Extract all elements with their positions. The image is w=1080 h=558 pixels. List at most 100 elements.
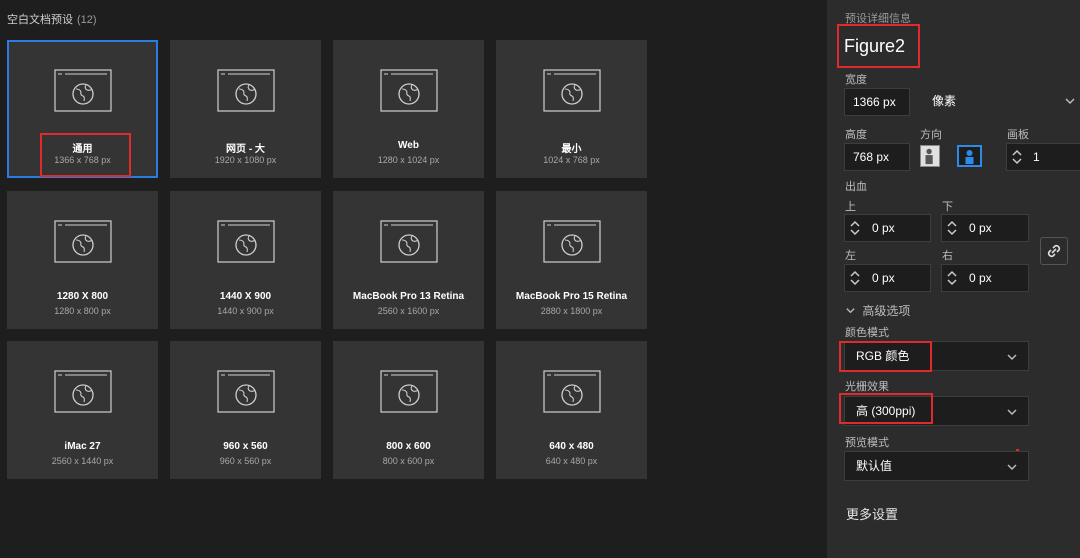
bleed-left-value: 0 px — [872, 271, 895, 285]
document-icon — [542, 220, 601, 263]
stepper-icon[interactable] — [946, 268, 958, 288]
advanced-options-label: 高级选项 — [862, 304, 911, 318]
document-icon — [379, 370, 438, 413]
bleed-bottom-input[interactable]: 0 px — [941, 214, 1029, 242]
document-icon — [53, 220, 112, 263]
artboard-label: 画板 — [1007, 129, 1029, 141]
preset-tile[interactable]: 1440 X 900 1440 x 900 px — [170, 191, 321, 329]
chevron-down-icon — [1065, 98, 1075, 105]
advanced-options-toggle[interactable]: 高级选项 — [845, 302, 910, 319]
preset-name: 最小 — [561, 144, 582, 155]
stepper-icon[interactable] — [1011, 147, 1023, 167]
stepper-icon[interactable] — [849, 268, 861, 288]
portrait-icon — [925, 148, 933, 165]
preset-size: 1440 x 900 px — [217, 306, 274, 316]
unit-value: 像素 — [932, 94, 957, 108]
bleed-top-label: 上 — [845, 201, 856, 213]
preset-size: 640 x 480 px — [545, 456, 598, 466]
bleed-top-input[interactable]: 0 px — [844, 214, 931, 242]
preset-name: 800 x 600 — [386, 441, 431, 452]
preset-name: 960 x 560 — [223, 441, 268, 452]
bleed-bottom-label: 下 — [942, 201, 953, 213]
height-label: 高度 — [845, 129, 867, 141]
preset-name: 1440 X 900 — [219, 291, 272, 302]
preset-tile[interactable]: 800 x 600 800 x 600 px — [333, 341, 484, 479]
details-header: 预设详细信息 — [845, 13, 911, 25]
preset-size: 1280 x 800 px — [54, 306, 111, 316]
preset-size: 1920 x 1080 px — [214, 155, 277, 165]
document-icon — [216, 69, 275, 112]
preset-name: 640 x 480 — [549, 441, 594, 452]
document-icon — [53, 370, 112, 413]
bleed-bottom-value: 0 px — [969, 221, 992, 235]
artboard-input[interactable]: 1 — [1006, 143, 1080, 171]
color-mode-value: RGB 颜色 — [856, 349, 910, 363]
document-icon — [379, 220, 438, 263]
stepper-icon[interactable] — [946, 218, 958, 238]
preset-size: 1366 x 768 px — [54, 155, 111, 165]
preset-name: Web — [398, 140, 419, 151]
preset-tile[interactable]: 1280 X 800 1280 x 800 px — [7, 191, 158, 329]
presets-header: 空白文档预设 (12) — [7, 11, 97, 27]
bleed-label: 出血 — [845, 181, 867, 193]
document-icon — [542, 69, 601, 112]
presets-panel: 空白文档预设 (12) 通用 1366 x 768 px 网页 - 大 1920 x 1… — [0, 0, 827, 558]
chevron-down-icon — [1007, 409, 1017, 416]
bleed-right-input[interactable]: 0 px — [941, 264, 1029, 292]
more-settings-button[interactable]: 更多设置 — [846, 504, 898, 523]
chevron-down-icon — [846, 308, 855, 314]
color-mode-select[interactable]: RGB 颜色 — [844, 341, 1029, 371]
bleed-top-value: 0 px — [872, 221, 895, 235]
presets-count: (12) — [77, 14, 97, 26]
bleed-right-label: 右 — [942, 250, 953, 262]
preset-size: 960 x 560 px — [219, 456, 272, 466]
preset-tile[interactable]: iMac 27 2560 x 1440 px — [7, 341, 158, 479]
link-bleed-button[interactable] — [1040, 237, 1068, 265]
raster-effects-value: 高 (300ppi) — [856, 404, 916, 418]
preset-name: 1280 X 800 — [56, 291, 109, 302]
link-icon — [1047, 244, 1061, 258]
width-label: 宽度 — [845, 74, 867, 86]
height-input[interactable]: 768 px — [844, 143, 910, 171]
stepper-icon[interactable] — [849, 218, 861, 238]
preset-name: iMac 27 — [64, 441, 101, 452]
width-input[interactable]: 1366 px — [844, 88, 910, 116]
preset-size: 1280 x 1024 px — [377, 155, 440, 165]
preset-size: 2880 x 1800 px — [540, 306, 603, 316]
document-icon — [53, 69, 112, 112]
preset-tile[interactable]: 960 x 560 960 x 560 px — [170, 341, 321, 479]
preset-tile[interactable]: 640 x 480 640 x 480 px — [496, 341, 647, 479]
preset-name-field[interactable]: Figure2 — [844, 36, 905, 57]
preview-mode-label: 预览模式 — [845, 437, 889, 449]
bleed-left-input[interactable]: 0 px — [844, 264, 931, 292]
preset-size: 2560 x 1600 px — [377, 306, 440, 316]
preset-name: 网页 - 大 — [226, 144, 265, 155]
chevron-down-icon — [1007, 464, 1017, 471]
landscape-orientation-button[interactable] — [957, 145, 982, 167]
unit-select[interactable]: 像素 — [920, 88, 1080, 116]
presets-title: 空白文档预设 — [7, 14, 73, 26]
raster-effects-select[interactable]: 高 (300ppi) — [844, 396, 1029, 426]
document-icon — [379, 69, 438, 112]
width-value: 1366 px — [853, 95, 896, 109]
preset-name: MacBook Pro 15 Retina — [515, 291, 628, 302]
preset-size: 1024 x 768 px — [543, 155, 600, 165]
document-icon — [542, 370, 601, 413]
preview-mode-select[interactable]: 默认值 — [844, 451, 1029, 481]
preset-tile[interactable]: Web 1280 x 1024 px — [333, 40, 484, 178]
color-mode-label: 颜色模式 — [845, 327, 889, 339]
preset-size: 800 x 600 px — [382, 456, 435, 466]
raster-effects-label: 光栅效果 — [845, 381, 889, 393]
preview-mode-value: 默认值 — [856, 459, 893, 473]
preset-tile[interactable]: MacBook Pro 15 Retina 2880 x 1800 px — [496, 191, 647, 329]
document-icon — [216, 370, 275, 413]
preset-size: 2560 x 1440 px — [51, 456, 114, 466]
preset-name: MacBook Pro 13 Retina — [352, 291, 465, 302]
preset-tile[interactable]: MacBook Pro 13 Retina 2560 x 1600 px — [333, 191, 484, 329]
preset-tile[interactable]: 网页 - 大 1920 x 1080 px — [170, 40, 321, 178]
bleed-left-label: 左 — [845, 250, 856, 262]
preset-tile[interactable]: 通用 1366 x 768 px — [7, 40, 158, 178]
preset-tile[interactable]: 最小 1024 x 768 px — [496, 40, 647, 178]
portrait-orientation-button[interactable] — [920, 145, 940, 167]
artboard-value: 1 — [1033, 150, 1040, 164]
